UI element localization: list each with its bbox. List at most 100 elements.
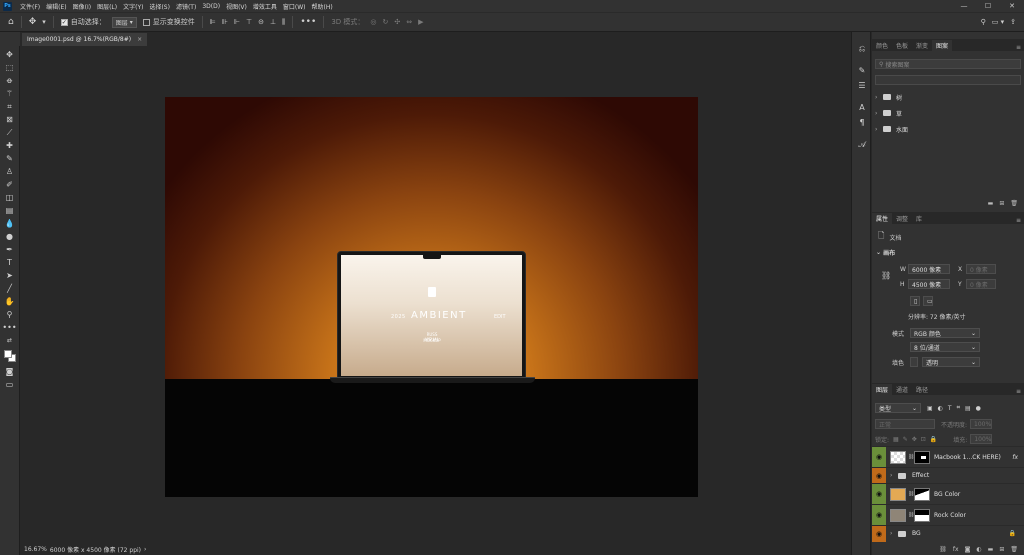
- lock-all-icon[interactable]: 🔒: [930, 436, 937, 443]
- show-transform-controls-checkbox[interactable]: 显示变换控件: [142, 17, 195, 27]
- eyedropper-tool-icon[interactable]: ⟋: [3, 126, 17, 139]
- healing-brush-tool-icon[interactable]: ✚: [3, 139, 17, 152]
- color-swatches[interactable]: [3, 349, 17, 363]
- tab-paths[interactable]: 路径: [912, 384, 932, 395]
- pattern-group-grass[interactable]: › 草: [875, 106, 1021, 120]
- workspace-icon[interactable]: ▭ ▾: [992, 18, 1004, 26]
- menu-layer[interactable]: 图层(L): [94, 2, 120, 11]
- zoom-tool-icon[interactable]: ⚲: [3, 308, 17, 321]
- 3d-slide-icon[interactable]: ⇔: [406, 18, 412, 26]
- brush-tool-icon[interactable]: ✎: [3, 152, 17, 165]
- align-bottom-edges-icon[interactable]: ⊥: [270, 18, 276, 26]
- y-field[interactable]: 0 像素: [966, 279, 996, 289]
- share-icon[interactable]: ⇪: [1010, 18, 1016, 26]
- edit-toolbar-icon[interactable]: •••: [2, 321, 16, 334]
- status-menu-arrow[interactable]: ›: [144, 546, 146, 553]
- move-tool-icon[interactable]: ✥: [3, 48, 17, 61]
- align-top-edges-icon[interactable]: ⊤: [246, 18, 252, 26]
- fill-color-swatch[interactable]: [910, 357, 918, 367]
- chevron-right-icon[interactable]: ›: [890, 530, 898, 537]
- history-brush-tool-icon[interactable]: ✐: [3, 178, 17, 191]
- dodge-tool-icon[interactable]: ●: [3, 230, 17, 243]
- add-style-icon[interactable]: fx: [953, 546, 959, 553]
- gradient-tool-icon[interactable]: ▤: [3, 204, 17, 217]
- layer-filter-select[interactable]: 类型 ⌄: [875, 403, 921, 413]
- pattern-group-water[interactable]: › 水面: [875, 122, 1021, 136]
- new-group-icon[interactable]: ▬: [988, 200, 994, 207]
- new-adjustment-icon[interactable]: ◐: [976, 546, 981, 553]
- fill-field[interactable]: 100%: [970, 434, 993, 444]
- layer-group-bg[interactable]: ◉ › BG 🔒: [872, 525, 1024, 542]
- move-tool-icon[interactable]: ✥: [29, 17, 37, 27]
- auto-select-checkbox[interactable]: ✓ 自动选择：: [60, 17, 106, 27]
- filter-smart-object-icon[interactable]: ▤: [965, 405, 971, 412]
- menu-file[interactable]: 文件(F): [17, 2, 43, 11]
- x-field[interactable]: 0 像素: [966, 264, 996, 274]
- 3d-scale-icon[interactable]: ▶: [418, 18, 423, 26]
- menu-image[interactable]: 图像(I): [70, 2, 94, 11]
- maximize-button[interactable]: ☐: [976, 2, 1000, 10]
- document-tab[interactable]: Image0001.psd @ 16.7%(RGB/8#) ×: [22, 33, 148, 46]
- visibility-eye-icon[interactable]: ◉: [872, 446, 886, 468]
- tab-libraries[interactable]: 库: [912, 213, 926, 224]
- line-tool-icon[interactable]: ╱: [3, 282, 17, 295]
- tab-adjustments[interactable]: 调整: [892, 213, 912, 224]
- filter-adjustment-icon[interactable]: ◐: [938, 405, 943, 412]
- tab-color[interactable]: 颜色: [872, 40, 892, 51]
- screen-mode-icon[interactable]: ▭: [3, 378, 17, 391]
- align-horizontal-centers-icon[interactable]: ⊪: [222, 18, 228, 26]
- quick-mask-icon[interactable]: ◙: [3, 365, 17, 378]
- swap-colors-icon[interactable]: ⇄: [3, 334, 17, 347]
- tab-channels[interactable]: 通道: [892, 384, 912, 395]
- home-icon[interactable]: ⌂: [8, 17, 14, 27]
- distribute-icon[interactable]: ⫼: [282, 18, 285, 27]
- menu-view[interactable]: 视图(V): [223, 2, 250, 11]
- visibility-eye-icon[interactable]: ◉: [872, 467, 886, 484]
- tab-swatches[interactable]: 色板: [892, 40, 912, 51]
- adjustments-panel-icon[interactable]: ☰: [855, 81, 869, 93]
- minimize-button[interactable]: —: [952, 2, 976, 10]
- height-field[interactable]: 4500 像素: [908, 279, 950, 289]
- menu-window[interactable]: 窗口(W): [280, 2, 309, 11]
- close-tab-icon[interactable]: ×: [137, 36, 142, 43]
- history-panel-icon[interactable]: ⎌: [855, 44, 869, 56]
- menu-plugins[interactable]: 增效工具: [250, 2, 280, 11]
- more-options-icon[interactable]: •••: [300, 17, 316, 27]
- tab-properties[interactable]: 属性: [872, 213, 893, 224]
- clone-stamp-tool-icon[interactable]: ♙: [3, 165, 17, 178]
- fx-icon[interactable]: fx: [1012, 454, 1018, 461]
- link-layers-icon[interactable]: ⛓: [939, 546, 947, 553]
- blur-tool-icon[interactable]: 💧: [3, 217, 17, 230]
- filter-toggle-icon[interactable]: ●: [976, 405, 981, 412]
- delete-layer-icon[interactable]: 🗑: [1010, 546, 1018, 553]
- tool-preset-dropdown[interactable]: ▾: [42, 18, 46, 26]
- tab-gradients[interactable]: 渐变: [912, 40, 932, 51]
- brush-panel-icon[interactable]: ✎: [855, 66, 869, 78]
- type-tool-icon[interactable]: T: [3, 256, 17, 269]
- pattern-group-tree[interactable]: › 树: [875, 90, 1021, 104]
- align-right-edges-icon[interactable]: ⊩: [234, 18, 240, 26]
- hand-tool-icon[interactable]: ✋: [3, 295, 17, 308]
- bit-depth-select[interactable]: 8 位/通道 ⌄: [910, 342, 980, 352]
- tab-patterns[interactable]: 图案: [932, 40, 953, 51]
- eraser-tool-icon[interactable]: ◫: [3, 191, 17, 204]
- lock-artboard-icon[interactable]: ⊡: [921, 436, 926, 443]
- pen-tool-icon[interactable]: ✒: [3, 243, 17, 256]
- canvas-section-title[interactable]: ⌄ 画布: [876, 248, 895, 257]
- align-left-edges-icon[interactable]: ⊫: [210, 18, 216, 26]
- marquee-tool-icon[interactable]: ⬚: [3, 61, 17, 74]
- tab-layers[interactable]: 图层: [872, 384, 893, 395]
- pattern-search-input[interactable]: ⚲ 搜索图案: [875, 59, 1021, 69]
- layer-group-effect[interactable]: ◉ › Effect: [872, 467, 1024, 484]
- add-mask-icon[interactable]: ◙: [965, 546, 971, 553]
- menu-filter[interactable]: 滤镜(T): [173, 2, 199, 11]
- width-field[interactable]: 6000 像素: [908, 264, 950, 274]
- magic-wand-tool-icon[interactable]: ⚚: [3, 87, 17, 100]
- close-window-button[interactable]: ✕: [1000, 2, 1024, 10]
- panel-menu-icon[interactable]: ≡: [1016, 44, 1021, 51]
- fill-select[interactable]: 透明 ⌄: [922, 357, 980, 367]
- mode-select[interactable]: RGB 颜色 ⌄: [910, 328, 980, 338]
- opacity-field[interactable]: 100%: [970, 419, 993, 429]
- delete-icon[interactable]: 🗑: [1010, 200, 1018, 207]
- layer-macbook[interactable]: ◉ ⛓ Macbook 1...CK HERE) fx: [872, 446, 1024, 468]
